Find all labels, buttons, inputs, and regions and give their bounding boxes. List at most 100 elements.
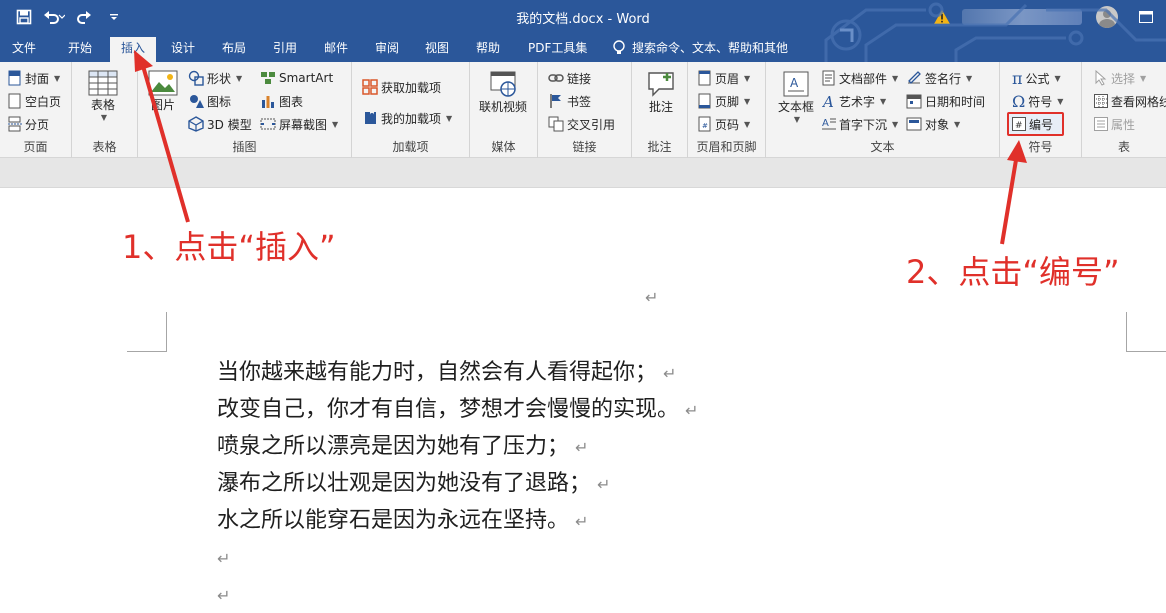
tell-me-search[interactable]: 搜索命令、文本、帮助和其他 bbox=[612, 37, 788, 59]
text-line: 瀑布之所以壮观是因为她没有了退路； ↵ bbox=[217, 471, 611, 496]
group-table-label: 表 bbox=[1117, 140, 1130, 154]
page-number-button[interactable]: # 页码 ▼ bbox=[698, 114, 750, 134]
object-button[interactable]: 对象 ▼ bbox=[906, 114, 960, 134]
get-addins-label: 获取加载项 bbox=[381, 80, 442, 95]
screenshot-button[interactable]: 屏幕截图 ▼ bbox=[260, 114, 338, 134]
tab-design[interactable]: 设计 bbox=[165, 37, 201, 62]
pictures-button[interactable]: 图片 bbox=[148, 70, 178, 113]
picture-icon bbox=[148, 70, 178, 96]
group-tables: 表格 ▼ 表格 bbox=[72, 62, 138, 158]
screenshot-label: 屏幕截图 bbox=[279, 117, 328, 132]
group-addins-label: 加载项 bbox=[392, 140, 429, 154]
group-media-label: 媒体 bbox=[491, 140, 516, 154]
get-addins-button[interactable]: 获取加载项 bbox=[362, 77, 441, 97]
date-time-button[interactable]: 日期和时间 bbox=[906, 91, 985, 111]
cross-reference-button[interactable]: 交叉引用 bbox=[548, 114, 615, 134]
icons-button[interactable]: 图标 bbox=[188, 91, 231, 111]
tab-view[interactable]: 视图 bbox=[419, 37, 455, 62]
lightbulb-icon bbox=[613, 40, 625, 54]
shapes-button[interactable]: 形状 ▼ bbox=[188, 68, 242, 88]
customize-qat-button[interactable] bbox=[102, 6, 126, 28]
group-illustrations: 图片 形状 ▼ 图标 3D 模型 SmartArt 图表 屏幕截图 ▼ 插图 bbox=[138, 62, 352, 158]
number-button[interactable]: # 编号 bbox=[1012, 114, 1053, 134]
page-number-icon: # bbox=[698, 116, 711, 132]
quick-parts-button[interactable]: 文档部件 ▼ bbox=[822, 68, 898, 88]
my-addins-button[interactable]: 我的加载项 ▼ bbox=[362, 108, 452, 128]
drop-cap-button[interactable]: A 首字下沉 ▼ bbox=[822, 114, 898, 134]
pi-icon: π bbox=[1012, 68, 1023, 88]
annotation-step1: 1、点击“插入” bbox=[122, 228, 336, 266]
tell-me-label: 搜索命令、文本、帮助和其他 bbox=[632, 41, 789, 55]
drop-cap-icon: A bbox=[822, 118, 836, 130]
online-video-button[interactable]: 联机视频 bbox=[479, 70, 527, 115]
signature-line-button[interactable]: 签名行 ▼ bbox=[906, 68, 972, 88]
tab-insert[interactable]: 插入 bbox=[110, 37, 156, 62]
blank-page-button[interactable]: 空白页 bbox=[8, 91, 61, 111]
link-button[interactable]: 链接 bbox=[548, 68, 591, 88]
page-break-icon bbox=[8, 116, 22, 132]
tab-review[interactable]: 审阅 bbox=[369, 37, 405, 62]
cursor-icon bbox=[1095, 70, 1107, 86]
equation-button[interactable]: π 公式 ▼ bbox=[1012, 68, 1061, 88]
properties-button[interactable]: 属性 bbox=[1094, 114, 1135, 134]
cover-page-button[interactable]: 封面 ▼ bbox=[8, 68, 60, 88]
bookmark-button[interactable]: 书签 bbox=[548, 91, 591, 111]
table-button[interactable]: 表格 ▼ bbox=[88, 70, 118, 122]
tab-pdf-tools[interactable]: PDF工具集 bbox=[522, 37, 593, 62]
header-icon bbox=[698, 70, 711, 86]
select-button[interactable]: 选择 ▼ bbox=[1094, 68, 1146, 88]
signature-line-label: 签名行 bbox=[925, 71, 962, 86]
number-icon: # bbox=[1012, 117, 1026, 131]
quick-access-toolbar bbox=[12, 6, 126, 28]
smartart-button[interactable]: SmartArt bbox=[260, 68, 333, 88]
tab-help[interactable]: 帮助 bbox=[470, 37, 506, 62]
tab-layout[interactable]: 布局 bbox=[216, 37, 252, 62]
wordart-button[interactable]: A 艺术字 ▼ bbox=[822, 91, 886, 111]
blank-page-icon bbox=[8, 93, 21, 109]
empty-paragraph: ↵ bbox=[217, 586, 231, 605]
view-gridlines-button[interactable]: 查看网格线 bbox=[1094, 91, 1166, 111]
tab-references[interactable]: 引用 bbox=[267, 37, 303, 62]
tab-file[interactable]: 文件 bbox=[6, 37, 42, 62]
select-label: 选择 bbox=[1111, 71, 1136, 86]
circuit-decoration bbox=[824, 2, 1166, 62]
footer-button[interactable]: 页脚 ▼ bbox=[698, 91, 750, 111]
ruler-strip bbox=[0, 158, 1166, 188]
text-box-label: 文本框 bbox=[778, 100, 815, 114]
wordart-label: 艺术字 bbox=[839, 94, 876, 109]
cover-page-label: 封面 bbox=[25, 71, 50, 86]
equation-label: 公式 bbox=[1025, 71, 1050, 86]
redo-button[interactable] bbox=[72, 6, 96, 28]
page-break-button[interactable]: 分页 bbox=[8, 114, 49, 134]
tab-home[interactable]: 开始 bbox=[62, 37, 98, 62]
text-line: 当你越来越有能力时，自然会有人看得起你； ↵ bbox=[217, 360, 677, 385]
crop-mark-top-left bbox=[127, 312, 167, 352]
group-illustrations-label: 插图 bbox=[232, 140, 257, 154]
store-icon bbox=[362, 79, 378, 95]
header-button[interactable]: 页眉 ▼ bbox=[698, 68, 750, 88]
view-gridlines-label: 查看网格线 bbox=[1111, 94, 1166, 109]
quick-parts-icon bbox=[822, 70, 835, 86]
page-break-label: 分页 bbox=[25, 117, 50, 132]
chart-button[interactable]: 图表 bbox=[260, 91, 303, 111]
new-comment-button[interactable]: 批注 bbox=[646, 70, 676, 115]
group-table: 选择 ▼ 查看网格线 属性 表 bbox=[1082, 62, 1166, 158]
group-symbols-label: 符号 bbox=[1028, 140, 1053, 154]
symbol-label: 符号 bbox=[1028, 94, 1053, 109]
online-video-label: 联机视频 bbox=[479, 100, 528, 114]
group-header-footer-label: 页眉和页脚 bbox=[696, 140, 757, 154]
group-links: 链接 书签 交叉引用 链接 bbox=[538, 62, 632, 158]
quick-parts-label: 文档部件 bbox=[839, 71, 888, 86]
tab-mailings[interactable]: 邮件 bbox=[318, 37, 354, 62]
text-line: 水之所以能穿石是因为永远在坚持。 ↵ bbox=[217, 508, 589, 533]
undo-button[interactable] bbox=[42, 6, 66, 28]
document-body[interactable]: 当你越来越有能力时，自然会有人看得起你； ↵ 改变自己，你才有自信，梦想才会慢慢的… bbox=[217, 355, 698, 613]
save-button[interactable] bbox=[12, 6, 36, 28]
3d-model-button[interactable]: 3D 模型 bbox=[188, 114, 252, 134]
shapes-icon bbox=[188, 70, 204, 86]
symbol-button[interactable]: Ω 符号 ▼ bbox=[1012, 91, 1063, 111]
group-tables-label: 表格 bbox=[92, 140, 117, 154]
text-box-button[interactable]: A 文本框 ▼ bbox=[778, 70, 814, 124]
group-comments: 批注 批注 bbox=[632, 62, 688, 158]
object-icon bbox=[906, 117, 922, 131]
